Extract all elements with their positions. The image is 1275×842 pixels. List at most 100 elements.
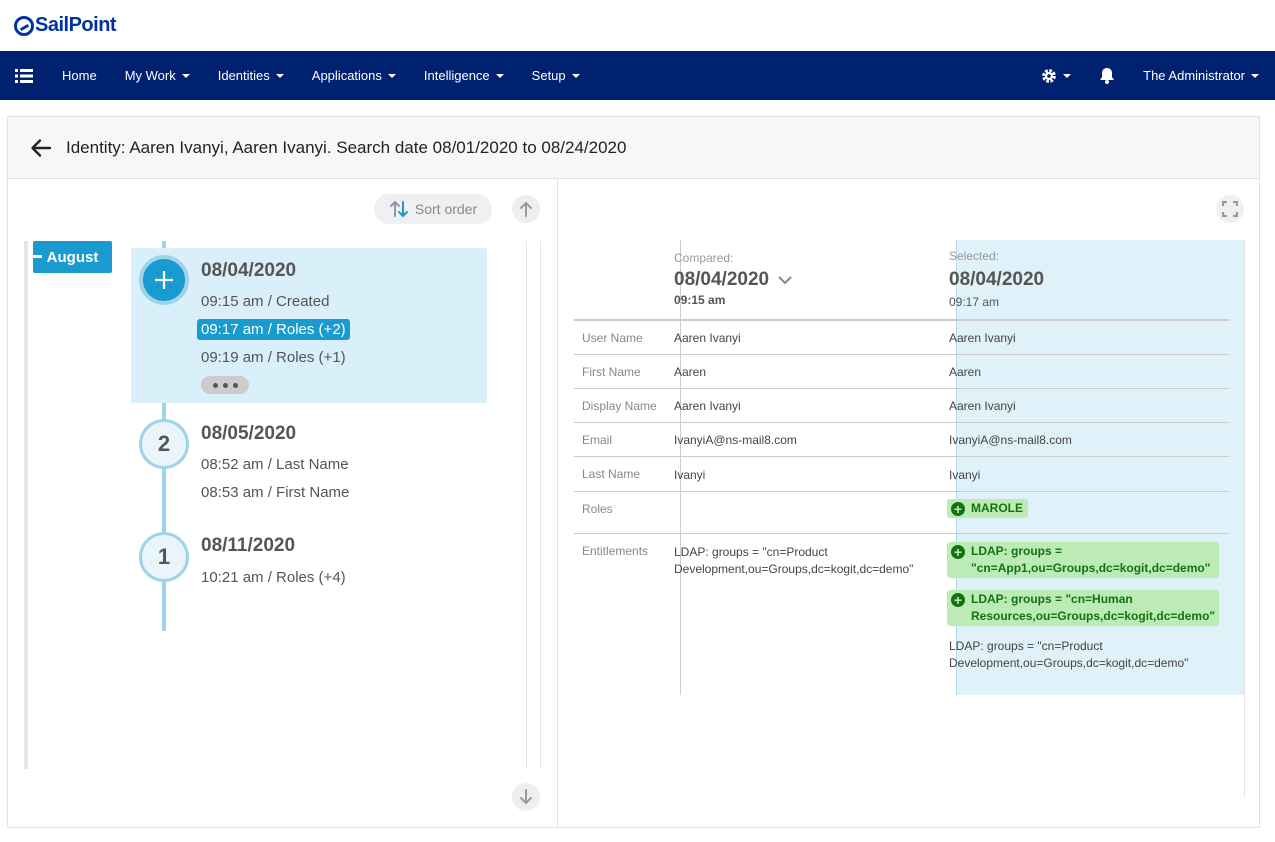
compared-value: LDAP: groups = "cn=Product Development,o…	[674, 545, 914, 576]
caret-down-icon	[387, 73, 396, 78]
caret-down-icon	[1063, 73, 1072, 78]
arrow-down-icon	[520, 789, 532, 805]
table-row: Roles + MAROLE	[574, 492, 1229, 534]
gear-icon	[1042, 68, 1057, 83]
timeline-event[interactable]: 10:21 am / Roles (+4)	[197, 567, 350, 588]
month-label: August	[46, 248, 99, 266]
table-row: User Name Aaren Ivanyi Aaren Ivanyi	[574, 321, 1229, 355]
row-label: Email	[582, 433, 613, 447]
scroll-down-button[interactable]	[512, 783, 540, 811]
row-label: Display Name	[582, 399, 657, 413]
day-date: 08/11/2020	[201, 535, 296, 556]
nav-my-work-label: My Work	[124, 68, 176, 83]
compared-value: Aaren Ivanyi	[674, 331, 741, 345]
compared-value: Aaren	[674, 365, 707, 379]
nav-identities[interactable]: Identities	[204, 51, 298, 100]
table-row: Email IvanyiA@ns-mail8.com IvanyiA@ns-ma…	[574, 423, 1229, 457]
collapse-minus-icon	[33, 255, 42, 258]
settings-menu[interactable]	[1027, 51, 1085, 100]
table-row: Entitlements LDAP: groups = "cn=Product …	[574, 534, 1229, 695]
day-node[interactable]: 2	[139, 419, 189, 469]
comparison-pane: Compared: 08/04/2020 09:15 am Selected: …	[558, 179, 1259, 827]
compared-value: IvanyiA@ns-mail8.com	[674, 433, 797, 447]
timeline-event[interactable]: 08:53 am / First Name	[197, 482, 353, 503]
added-entitlement-badge: + LDAP: groups = "cn=App1,ou=Groups,dc=k…	[947, 542, 1219, 578]
selected-value: IvanyiA@ns-mail8.com	[949, 433, 1072, 447]
nav-identities-label: Identities	[217, 68, 270, 83]
plus-circle-icon: +	[951, 545, 965, 559]
added-entitlement-badge: + LDAP: groups = "cn=Human Resources,ou=…	[947, 590, 1219, 626]
row-label: Last Name	[582, 467, 641, 481]
day-date: 08/05/2020	[201, 423, 297, 444]
plus-circle-icon: +	[951, 502, 965, 516]
nav-my-work[interactable]: My Work	[111, 51, 204, 100]
timeline-scrollbar[interactable]	[526, 241, 541, 769]
sort-order-button[interactable]: Sort order	[374, 194, 492, 224]
compared-value: Aaren Ivanyi	[674, 399, 741, 413]
sailpoint-logo-icon	[14, 15, 34, 36]
added-role-badge: + MAROLE	[947, 499, 1028, 518]
added-entitlement-text: LDAP: groups = "cn=App1,ou=Groups,dc=kog…	[971, 544, 1211, 575]
day-date: 08/04/2020	[201, 260, 297, 281]
plus-circle-icon: +	[951, 593, 965, 607]
bell-icon	[1100, 68, 1115, 84]
day-node[interactable]: 1	[139, 532, 189, 582]
nav-home-label: Home	[62, 68, 97, 83]
scroll-up-button[interactable]	[512, 195, 540, 223]
comparison-scrollbar[interactable]	[1244, 240, 1259, 798]
timeline-pane: Sort order August 08/04/2020 09:15 am / …	[8, 179, 558, 827]
notifications-button[interactable]	[1085, 51, 1129, 100]
timeline-left-track	[24, 241, 28, 769]
nav-applications[interactable]: Applications	[298, 51, 410, 100]
selected-value: Aaren Ivanyi	[949, 399, 1016, 413]
chevron-down-icon	[778, 276, 793, 285]
sort-arrows-icon	[389, 200, 408, 218]
caret-down-icon	[275, 73, 284, 78]
row-label: Roles	[582, 502, 613, 516]
more-events-button[interactable]	[201, 376, 249, 394]
timeline-event[interactable]: 09:19 am / Roles (+1)	[197, 347, 350, 368]
row-label: User Name	[582, 331, 643, 345]
timeline-event[interactable]: 09:15 am / Created	[197, 291, 333, 312]
user-menu[interactable]: The Administrator	[1129, 51, 1275, 100]
added-entitlement-text: LDAP: groups = "cn=Human Resources,ou=Gr…	[971, 592, 1216, 623]
plus-icon	[155, 271, 173, 289]
main-nav: Home My Work Identities Applications Int…	[0, 51, 1275, 100]
nav-intelligence[interactable]: Intelligence	[410, 51, 518, 100]
compared-date-dropdown[interactable]: 08/04/2020	[674, 269, 793, 291]
selected-time: 09:17 am	[949, 295, 1000, 309]
logo-bar: SailPoint	[0, 0, 1275, 51]
menu-list-icon[interactable]	[0, 51, 48, 100]
card-header: Identity: Aaren Ivanyi, Aaren Ivanyi. Se…	[8, 117, 1259, 179]
page-title: Identity: Aaren Ivanyi, Aaren Ivanyi. Se…	[66, 137, 627, 157]
table-row: First Name Aaren Aaren	[574, 355, 1229, 389]
nav-home[interactable]: Home	[48, 51, 111, 100]
compared-value: Ivanyi	[674, 468, 706, 482]
caret-down-icon	[181, 73, 190, 78]
selected-date: 08/04/2020	[949, 269, 1045, 290]
row-label: First Name	[582, 365, 641, 379]
expand-icon	[1222, 201, 1238, 217]
logo-text: SailPoint	[35, 14, 117, 36]
day-node-expand[interactable]	[139, 255, 189, 305]
table-row: Last Name Ivanyi Ivanyi	[574, 457, 1229, 492]
user-name: The Administrator	[1143, 68, 1245, 83]
selected-label: Selected:	[949, 249, 1000, 263]
timeline-event-selected[interactable]: 09:17 am / Roles (+2)	[197, 319, 350, 340]
fullscreen-button[interactable]	[1216, 195, 1244, 223]
nav-setup[interactable]: Setup	[518, 51, 594, 100]
selected-value: Ivanyi	[949, 468, 981, 482]
sailpoint-logo[interactable]: SailPoint	[14, 14, 117, 37]
compared-date: 08/04/2020	[674, 269, 770, 290]
month-august-toggle[interactable]: August	[33, 241, 112, 273]
compared-time: 09:15 am	[674, 293, 726, 307]
added-role-text: MAROLE	[971, 501, 1023, 515]
identity-history-card: Identity: Aaren Ivanyi, Aaren Ivanyi. Se…	[7, 116, 1260, 828]
caret-down-icon	[495, 73, 504, 78]
nav-applications-label: Applications	[311, 68, 382, 83]
back-arrow-icon[interactable]	[30, 137, 52, 159]
sort-order-label: Sort order	[414, 201, 478, 217]
timeline-event[interactable]: 08:52 am / Last Name	[197, 454, 353, 475]
nav-setup-label: Setup	[531, 68, 566, 83]
caret-down-icon	[571, 73, 580, 78]
